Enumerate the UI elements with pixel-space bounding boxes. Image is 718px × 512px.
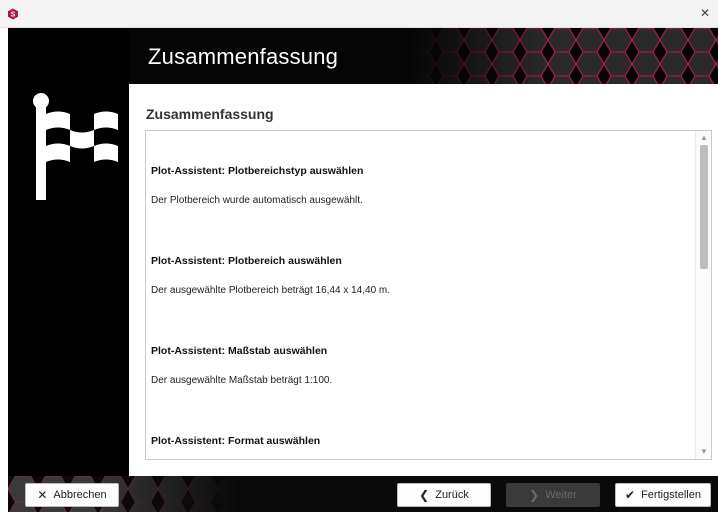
chevron-left-icon: ❮: [419, 488, 430, 502]
scroll-up-arrow-icon[interactable]: ▲: [696, 131, 711, 145]
window-titlebar: S ✕: [0, 0, 718, 28]
back-button[interactable]: ❮ Zurück: [397, 483, 491, 507]
summary-item-text: Der ausgewählte Maßstab beträgt 1:100.: [151, 375, 333, 386]
wizard-footer: ✕ Abbrechen ❮ Zurück ❯ Weiter ✔ Fertigst…: [8, 476, 718, 512]
summary-list[interactable]: Plot-Assistent: Plotbereichstyp auswähle…: [145, 130, 712, 460]
cancel-button[interactable]: ✕ Abbrechen: [25, 483, 119, 507]
checkered-flag-icon: [33, 93, 118, 200]
summary-item-title: Plot-Assistent: Maßstab auswählen: [151, 345, 328, 357]
chevron-right-icon: ❯: [529, 488, 540, 502]
page-title: Zusammenfassung: [148, 44, 339, 69]
summary-item-title: Plot-Assistent: Plotbereich auswählen: [151, 255, 342, 267]
content-panel: Zusammenfassung Plot-Assistent: Plotbere…: [129, 84, 718, 476]
summary-item-title: Plot-Assistent: Format auswählen: [151, 435, 321, 447]
summary-item-text: Der ausgewählte Plotbereich beträgt 16,4…: [151, 285, 391, 296]
app-logo-icon: S: [8, 8, 18, 20]
wizard-header: Zusammenfassung: [8, 28, 718, 84]
svg-text:S: S: [11, 12, 16, 19]
checkmark-icon: ✔: [625, 488, 636, 502]
hexagon-pattern-decoration: [408, 28, 718, 84]
header-corner: [8, 28, 129, 84]
vertical-scrollbar[interactable]: ▲ ▼: [695, 131, 711, 459]
sidebar: [8, 84, 129, 476]
finish-button-label: Fertigstellen: [641, 489, 701, 501]
section-heading: Zusammenfassung: [146, 106, 274, 122]
close-icon[interactable]: ✕: [696, 4, 714, 22]
summary-scroll-area: Plot-Assistent: Plotbereichstyp auswähle…: [146, 131, 696, 459]
next-button-label: Weiter: [545, 489, 577, 501]
close-icon: ✕: [37, 488, 48, 502]
scroll-down-arrow-icon[interactable]: ▼: [696, 445, 711, 459]
next-button[interactable]: ❯ Weiter: [506, 483, 600, 507]
scroll-thumb[interactable]: [700, 145, 708, 269]
finish-button[interactable]: ✔ Fertigstellen: [615, 483, 711, 507]
summary-item-title: Plot-Assistent: Plotbereichstyp auswähle…: [151, 165, 364, 177]
cancel-button-label: Abbrechen: [53, 489, 107, 501]
summary-item-text: Der Plotbereich wurde automatisch ausgew…: [151, 195, 363, 206]
back-button-label: Zurück: [435, 489, 469, 501]
